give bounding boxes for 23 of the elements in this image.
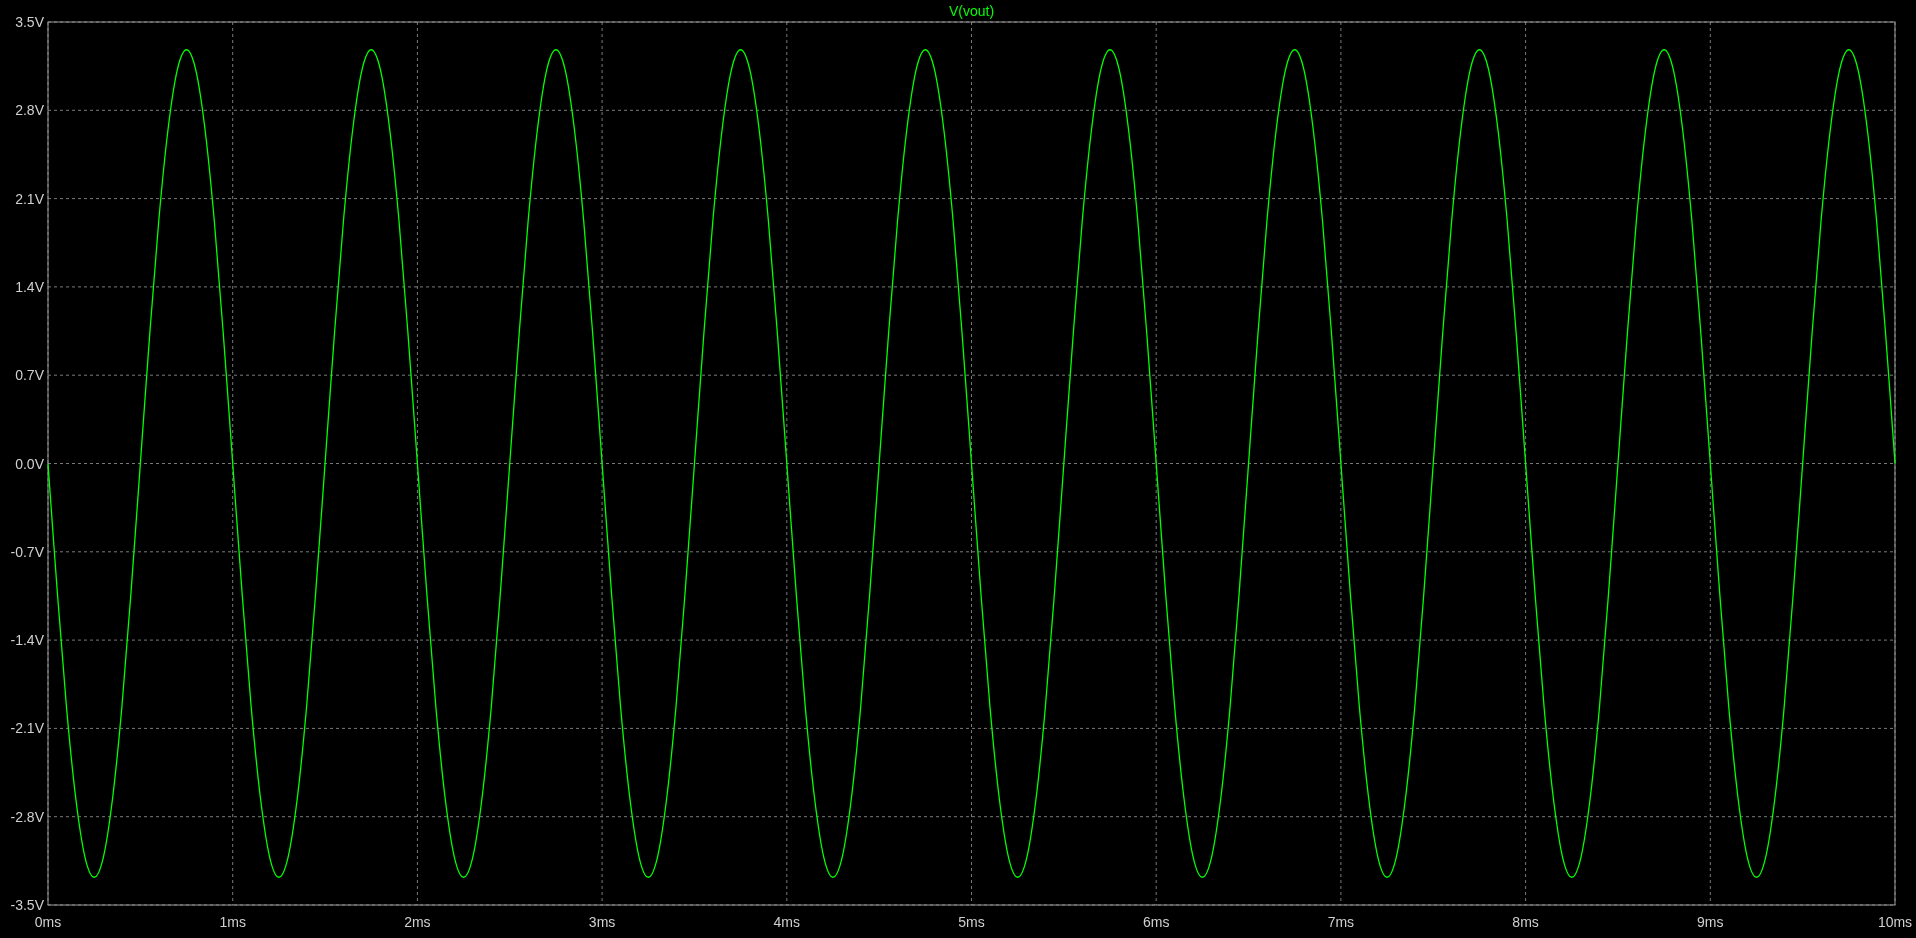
y-axis-label: 2.8V xyxy=(15,102,44,119)
y-axis-label: 3.5V xyxy=(15,14,44,30)
y-axis-label: -0.7V xyxy=(10,543,44,560)
x-axis-label: 2ms xyxy=(404,914,431,930)
x-axis-label: 5ms xyxy=(958,914,985,930)
y-axis-label: 0.7V xyxy=(15,367,44,384)
y-axis-label: 2.1V xyxy=(15,190,44,207)
x-axis-label: 6ms xyxy=(1142,914,1170,930)
y-axis-label: -2.8V xyxy=(10,808,44,825)
x-axis-label: 0ms xyxy=(34,914,62,930)
x-axis-label: 1ms xyxy=(219,914,246,930)
y-axis-label: 1.4V xyxy=(15,278,44,295)
x-axis-label: 7ms xyxy=(1327,914,1355,930)
x-axis-label: 3ms xyxy=(588,914,616,930)
y-axis-label: 0.0V xyxy=(15,455,44,472)
x-axis-label: 4ms xyxy=(773,914,801,930)
x-axis-label: 9ms xyxy=(1697,914,1724,930)
x-axis-label: 10ms xyxy=(1877,914,1913,930)
x-axis-label: 8ms xyxy=(1512,914,1539,930)
y-axis-label: -2.1V xyxy=(10,720,44,737)
y-axis-label: -1.4V xyxy=(10,632,44,649)
y-axis-label: -3.5V xyxy=(10,897,44,913)
trace-title[interactable]: V(vout) xyxy=(948,3,995,19)
